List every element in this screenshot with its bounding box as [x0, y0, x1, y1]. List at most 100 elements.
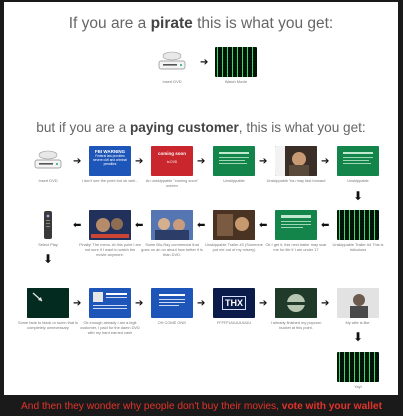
movie-still-thumbnail	[275, 146, 317, 176]
customer-heading-suffix: , this is what you get:	[238, 120, 366, 135]
matrix-movie-thumbnail	[337, 352, 379, 382]
trailer-thumbnail	[213, 210, 255, 240]
row2-step-trailer-4: Unskippable Trailer #4 This is ridiculou…	[333, 210, 383, 252]
right-arrow-icon: ➔	[135, 298, 144, 309]
footer-tagline: And then they wonder why people don't bu…	[0, 401, 403, 412]
coming-soon-subtitle: to DVD	[166, 160, 178, 164]
row1-step-unskippable-1: Unskippable	[213, 146, 255, 183]
sleeping-person-thumbnail	[337, 288, 379, 318]
row1-step-unskippable-2: Unskippable	[337, 146, 379, 183]
right-arrow-icon: ➔	[197, 156, 206, 167]
row2-step-trailer-3: Unskippable Trailer #3 (Someone put me o…	[205, 210, 263, 252]
right-arrow-icon: ➔	[259, 156, 268, 167]
row3-caption-dad: My wife is like.	[345, 320, 371, 325]
row3-caption-yay: Yay!	[354, 384, 362, 389]
row3-step-fade: Some fade to black or sumn that is compl…	[18, 288, 78, 330]
row3-step-dad: My wife is like.	[337, 288, 379, 325]
right-arrow-icon: ➔	[321, 156, 330, 167]
customer-heading-bold: paying customer	[129, 120, 239, 135]
right-arrow-icon: ➔	[259, 298, 268, 309]
coming-soon-screen: coming soon to DVD	[151, 146, 193, 176]
row2-step-bluray-ad: Some Blu-Ray commercial that goes on an …	[141, 210, 203, 257]
customer-heading: but if you are a paying customer, this i…	[4, 120, 398, 135]
footer-bold-text: vote with your wallet	[281, 401, 382, 412]
left-arrow-icon: ⬅	[321, 220, 330, 231]
row1-caption-unskippable-1: Unskippable	[223, 178, 245, 183]
pirate-heading: If you are a pirate this is what you get…	[4, 15, 398, 33]
row3-step-warning-again: Ok enough already I am a legit customer,…	[80, 288, 140, 335]
row1-caption-coming-soon: An unskippable "coming soon" screen	[145, 178, 199, 188]
down-arrow-icon: ⬇	[353, 189, 364, 203]
left-arrow-icon: ⬅	[197, 220, 206, 231]
pirate-caption-watch-movie: Watch Movie	[224, 79, 248, 84]
trailer-thumbnail	[337, 210, 379, 240]
row1-step-fast-forward: Unskippable You may fast forward	[267, 146, 325, 183]
coming-soon-text: coming soon to DVD	[154, 151, 190, 164]
green-rating-screen	[275, 210, 317, 240]
right-arrow-icon: ➔	[73, 156, 82, 167]
row1-caption-fast-forward: Unskippable You may fast forward	[266, 178, 326, 183]
row3-step-thx: THX FFFFFUUUUUUUU	[213, 288, 255, 325]
left-arrow-icon: ⬅	[259, 220, 268, 231]
remote-control-icon	[27, 210, 69, 240]
down-arrow-icon: ⬇	[353, 330, 364, 344]
row1-step-fbi-warning: FBI WARNING Federal law provides severe …	[82, 146, 138, 183]
fade-screen-thumbnail	[27, 288, 69, 318]
thx-logo-screen: THX	[213, 288, 255, 318]
matrix-movie-thumbnail	[215, 47, 257, 77]
row3-caption-fade: Some fade to black or sumn that is compl…	[18, 320, 78, 330]
row2-step-finally-menu: Finally! The menu. At this point I am no…	[79, 210, 141, 257]
row3-caption-come-on: OH COME ON!!!	[157, 320, 187, 325]
row2-step-rated: Ok I get it, this next trailer may scar …	[266, 210, 326, 252]
bluray-ad-thumbnail	[151, 210, 193, 240]
fbi-warning-screen: FBI WARNING Federal law provides severe …	[89, 146, 131, 176]
row2-caption-trailer-4: Unskippable Trailer #4 This is ridiculou…	[332, 242, 384, 252]
row2-step-select-play: Select Play	[27, 210, 69, 247]
thx-logo: THX	[222, 296, 246, 310]
row2-caption-trailer-3: Unskippable Trailer #3 (Someone put me o…	[205, 242, 263, 252]
pirate-heading-prefix: If you are a	[68, 15, 151, 32]
right-arrow-icon: ➔	[200, 57, 209, 68]
right-arrow-icon: ➔	[73, 298, 82, 309]
fbi-warning-screen	[89, 288, 131, 318]
row1-step-insert-dvd: Insert DVD	[27, 146, 69, 183]
right-arrow-icon: ➔	[135, 156, 144, 167]
green-warning-screen	[337, 146, 379, 176]
row1-caption-insert-dvd: Insert DVD	[38, 178, 58, 183]
left-arrow-icon: ⬅	[135, 220, 144, 231]
row2-caption-select-play: Select Play	[38, 242, 58, 247]
distributor-logo-screen	[151, 288, 193, 318]
right-arrow-icon: ➔	[197, 298, 206, 309]
dvd-player-icon	[27, 146, 69, 176]
row3-caption-thx: FFFFFUUUUUUUU	[216, 320, 252, 325]
pirate-heading-suffix: this is what you get:	[192, 15, 334, 32]
row3-caption-warning-again: Ok enough already I am a legit customer,…	[80, 320, 140, 335]
row1-caption-unskippable-2: Unskippable	[347, 178, 369, 183]
down-arrow-icon: ⬇	[43, 252, 54, 266]
pirate-heading-bold: pirate	[150, 15, 193, 32]
dvd-player-icon	[151, 47, 193, 77]
fbi-warning-text: FBI WARNING Federal law provides severe …	[92, 149, 128, 166]
row3-step-popcorn: I already finished my popcorn bucket at …	[271, 288, 321, 330]
row2-caption-bluray: Some Blu-Ray commercial that goes on an …	[141, 242, 203, 257]
row1-step-coming-soon: coming soon to DVD An unskippable "comin…	[146, 146, 198, 188]
row1-caption-fbi: I don't see the point but ok well...	[81, 178, 139, 183]
fbi-warning-body: Federal law provides severe civil and cr…	[93, 154, 127, 166]
row3-step-come-on: OH COME ON!!!	[151, 288, 193, 325]
row2-caption-rated: Ok I get it, this next trailer may scar …	[265, 242, 327, 252]
dvd-menu-thumbnail	[89, 210, 131, 240]
footer-text: And then they wonder why people don't bu…	[21, 401, 282, 412]
green-warning-screen	[213, 146, 255, 176]
row3-step-yay: Yay!	[337, 352, 379, 389]
customer-heading-prefix: but if you are a	[36, 120, 130, 135]
pirate-caption-insert-dvd: Insert DVD	[162, 79, 182, 84]
pirate-step-insert-dvd: Insert DVD	[151, 47, 193, 84]
left-arrow-icon: ⬅	[73, 220, 82, 231]
row3-caption-popcorn: I already finished my popcorn bucket at …	[270, 320, 322, 330]
right-arrow-icon: ➔	[321, 298, 330, 309]
coming-soon-title: coming soon	[158, 151, 186, 156]
row2-caption-finally: Finally! The menu. At this point I am no…	[79, 242, 141, 257]
infographic-panel: If you are a pirate this is what you get…	[4, 2, 398, 395]
pirate-step-watch-movie: Watch Movie	[215, 47, 257, 84]
studio-logo-screen	[275, 288, 317, 318]
